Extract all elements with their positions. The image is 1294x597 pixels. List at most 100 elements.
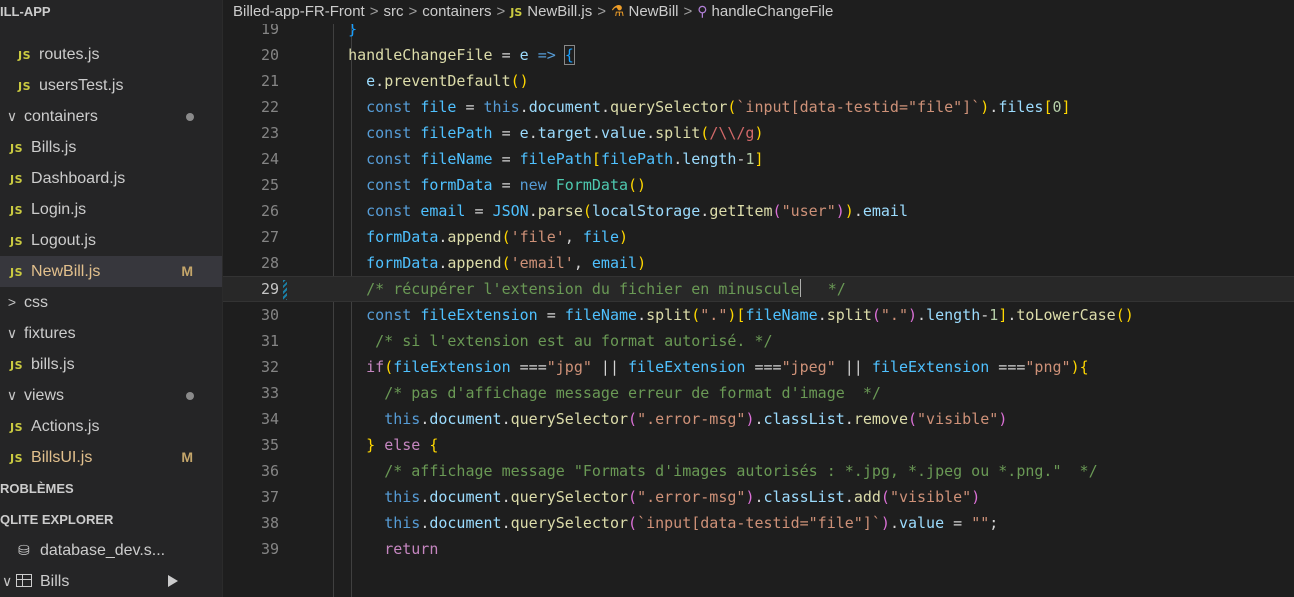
code-token: (	[908, 410, 918, 428]
code-line[interactable]: 24 const fileName = filePath[filePath.le…	[223, 146, 1294, 172]
tree-item-label: BillsUI.js	[31, 449, 93, 466]
code-token: .	[917, 306, 927, 324]
method-icon: ⚲	[697, 3, 708, 19]
code-token: fileName	[420, 150, 493, 168]
file-item-bills[interactable]: JS bills.js	[0, 349, 222, 380]
code-line[interactable]: 39 return	[223, 536, 1294, 562]
code-line[interactable]: 31 /* si l'extension est au format autor…	[223, 328, 1294, 354]
tree-item-label: css	[24, 294, 48, 311]
code-line[interactable]: 27 formData.append('file', file)	[223, 224, 1294, 250]
file-item-actions[interactable]: JS Actions.js	[0, 411, 222, 442]
file-item-logout[interactable]: JS Logout.js	[0, 225, 222, 256]
code-line[interactable]: 37 this.document.querySelector(".error-m…	[223, 484, 1294, 510]
code-editor[interactable]: 19 } 20 handleChangeFile = e => {21 e.pre…	[223, 0, 1294, 597]
code-token: "user"	[781, 202, 836, 220]
code-token: =>	[537, 46, 556, 64]
breadcrumb-containers[interactable]: containers	[422, 3, 491, 20]
file-item-billsui[interactable]: JS BillsUI.js M	[0, 442, 222, 473]
code-line[interactable]: 25 const formData = new FormData()	[223, 172, 1294, 198]
sqlite-database-item[interactable]: ⛁ database_dev.s...	[0, 535, 222, 566]
code-token: (	[871, 306, 881, 324]
breadcrumb-file[interactable]: NewBill.js	[527, 3, 592, 20]
code-token: new	[519, 176, 547, 194]
breadcrumb-class[interactable]: NewBill	[628, 3, 678, 20]
breadcrumb-src[interactable]: src	[383, 3, 403, 20]
code-token: /* affichage message "Formats d'images a…	[384, 462, 1098, 480]
line-number: 21	[260, 72, 279, 90]
line-number: 32	[260, 358, 279, 376]
code-token: .	[817, 306, 827, 324]
file-item-routes[interactable]: JS routes.js	[0, 39, 222, 70]
code-line[interactable]: 22 const file = this.document.querySelec…	[223, 94, 1294, 120]
code-token: ".error-msg"	[637, 410, 746, 428]
code-line[interactable]: 23 const filePath = e.target.value.split…	[223, 120, 1294, 146]
code-line[interactable]: 34 this.document.querySelector(".error-m…	[223, 406, 1294, 432]
sqlite-explorer-section[interactable]: QLITE EXPLORER	[0, 504, 222, 535]
file-item-dashboard[interactable]: JS Dashboard.js	[0, 163, 222, 194]
code-line[interactable]: 33 /* pas d'affichage message erreur de …	[223, 380, 1294, 406]
git-status-badge: M	[181, 449, 193, 465]
code-token: target	[537, 124, 592, 142]
folder-item-css[interactable]: > css	[0, 287, 222, 318]
code-line[interactable]: 26 const email = JSON.parse(localStorage…	[223, 198, 1294, 224]
code-line[interactable]: 28 formData.append('email', email)	[223, 250, 1294, 276]
chevron-down-icon: ∨	[6, 108, 18, 124]
code-line[interactable]: 32 if(fileExtension ==="jpg" || fileExte…	[223, 354, 1294, 380]
breadcrumb-method[interactable]: handleChangeFile	[712, 3, 834, 20]
code-line[interactable]: 20 handleChangeFile = e => {	[223, 42, 1294, 68]
code-text: const formData = new FormData()	[330, 172, 646, 198]
code-token: {	[429, 436, 439, 454]
database-icon: ⛁	[18, 542, 30, 558]
code-area[interactable]: 19 } 20 handleChangeFile = e => {21 e.pre…	[223, 0, 1294, 597]
code-text: const filePath = e.target.value.split(/\…	[330, 120, 763, 146]
code-text: } else {	[330, 432, 438, 458]
code-token: ()	[628, 176, 647, 194]
code-token: formData	[366, 254, 439, 272]
code-token: ""	[971, 514, 990, 532]
line-number: 37	[260, 488, 279, 506]
code-line[interactable]: 21 e.preventDefault()	[223, 68, 1294, 94]
folder-item-fixtures[interactable]: ∨ fixtures	[0, 318, 222, 349]
code-token: handleChangeFile	[348, 46, 493, 64]
code-token: ".error-msg"	[637, 488, 746, 506]
code-text: const fileName = filePath[filePath.lengt…	[330, 146, 763, 172]
line-number: 27	[260, 228, 279, 246]
code-token: (	[582, 202, 592, 220]
code-line[interactable]: 35 } else {	[223, 432, 1294, 458]
code-token: .	[844, 410, 854, 428]
file-item-bills[interactable]: JS Bills.js	[0, 132, 222, 163]
js-file-icon: JS	[10, 173, 24, 186]
code-token: .	[844, 488, 854, 506]
tree-item-label: routes.js	[39, 46, 100, 63]
folder-item-containers[interactable]: ∨ containers	[0, 101, 222, 132]
problems-section-label: ROBLÈMES	[0, 481, 74, 496]
code-token: file	[582, 228, 619, 246]
problems-section[interactable]: ROBLÈMES	[0, 473, 222, 504]
file-item-newbill[interactable]: JS NewBill.js M	[0, 256, 222, 287]
code-line[interactable]: 38 this.document.querySelector(`input[da…	[223, 510, 1294, 536]
code-token: 'email'	[510, 254, 574, 272]
run-query-icon[interactable]	[168, 575, 178, 587]
breadcrumb-project[interactable]: Billed-app-FR-Front	[233, 3, 365, 20]
sqlite-table-item[interactable]: ∨ Bills	[0, 566, 222, 597]
folder-item-views[interactable]: ∨ views	[0, 380, 222, 411]
code-token: .	[673, 150, 683, 168]
code-token: )	[835, 202, 845, 220]
js-file-icon: JS	[18, 49, 32, 62]
file-item-login[interactable]: JS Login.js	[0, 194, 222, 225]
file-item-userstest[interactable]: JS usersTest.js	[0, 70, 222, 101]
code-line[interactable]: 36 /* affichage message "Formats d'image…	[223, 458, 1294, 484]
code-line[interactable]: 30 const fileExtension = fileName.split(…	[223, 302, 1294, 328]
code-token: "png"	[1025, 358, 1071, 376]
tree-item-label: NewBill.js	[31, 263, 101, 280]
code-line[interactable]: 29 /* récupérer l'extension du fichier e…	[223, 276, 1294, 302]
code-token: .	[754, 410, 764, 428]
